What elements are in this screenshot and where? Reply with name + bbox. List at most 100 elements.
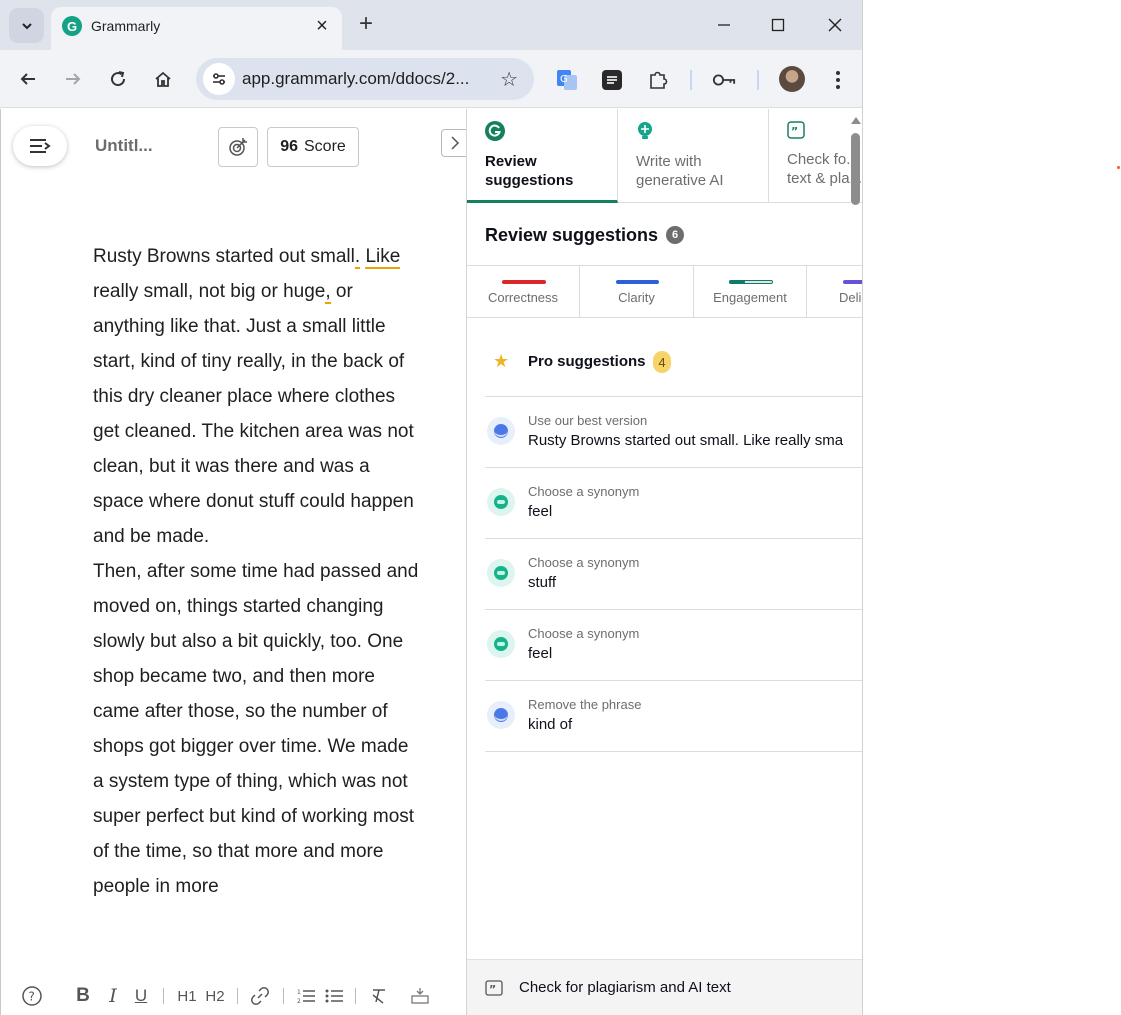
heading1-icon[interactable]: H1 [175,985,199,1007]
suggestion-text: feel [528,503,553,520]
chevron-right-icon [450,136,459,150]
profile-avatar[interactable] [779,66,805,92]
clear-formatting-icon[interactable] [368,985,390,1007]
target-icon [229,138,247,156]
suggestion-text: feel [528,645,553,662]
flagged-text[interactable]: Like [365,246,401,269]
suggestion-caption: Remove the phrase [528,697,642,712]
maximize-button[interactable] [763,12,793,38]
score-value: 96 [280,138,298,155]
bulleted-list-icon[interactable] [323,985,345,1007]
chevron-down-icon [21,22,32,29]
category-label: Engagement [713,290,787,305]
set-goals-button[interactable] [218,127,258,167]
scroll-up-arrow-icon[interactable] [850,115,862,125]
plagiarism-check-button[interactable]: ” Check for plagiarism and AI text [467,959,862,1015]
url-text[interactable]: app.grammarly.com/ddocs/2... [242,69,469,89]
review-count-badge: 6 [666,226,684,244]
heading2-icon[interactable]: H2 [203,985,227,1007]
quote-icon: ” [787,121,805,139]
document-paragraph[interactable]: Then, after some time had passed and mov… [93,554,423,904]
category-correctness[interactable]: Correctness [467,266,580,317]
suggestion-text: kind of [528,716,573,733]
extensions-puzzle-icon[interactable] [646,68,670,92]
underline-icon[interactable]: U [132,985,150,1007]
category-label: Deli [839,290,862,305]
review-suggestions-heading: Review suggestions [485,225,659,245]
minimize-button[interactable] [709,12,739,38]
editor-pane: Untitl... 96 Score Rusty Browns started … [0,109,467,1015]
help-icon[interactable]: ? [21,985,43,1007]
tab-review-suggestions[interactable]: Review suggestions [467,109,618,203]
clarity-blue-icon [487,701,515,729]
engagement-green-icon [487,630,515,658]
tab-search-button[interactable] [9,8,44,43]
suggestion-card[interactable]: Choose a synonym feel [485,468,862,539]
svg-text:?: ? [29,990,35,1004]
insert-block-icon[interactable] [409,985,431,1007]
suggestion-card[interactable]: Remove the phrase kind of [485,681,862,752]
toolbar-divider [237,988,238,1004]
text-run: or anything like that. Just a small litt… [93,281,414,547]
suggestion-caption: Choose a synonym [528,555,640,570]
tune-icon [213,73,225,85]
document-title[interactable]: Untitl... [95,136,153,156]
browser-tab[interactable]: G Grammarly × [51,7,342,50]
site-info-button[interactable] [203,63,235,95]
tab-check-plagiarism[interactable]: ” Check fo... text & pla... [769,109,862,203]
tabs-scrollbar[interactable] [850,113,862,205]
category-label: Correctness [487,290,559,305]
tab-close-icon[interactable]: × [310,14,334,38]
grammarly-favicon-icon: G [62,16,82,36]
arrow-right-icon [66,73,81,85]
reload-button[interactable] [104,65,132,93]
minimize-icon [718,24,730,26]
reader-extension-icon[interactable] [600,68,624,92]
close-icon [828,18,842,32]
tab-title: Grammarly [91,18,161,34]
notification-dot [1117,166,1120,169]
numbered-list-icon[interactable]: 12 [295,985,317,1007]
overall-score-button[interactable]: 96 Score [267,127,359,167]
category-clarity[interactable]: Clarity [580,266,694,317]
bold-icon[interactable]: B [74,985,92,1007]
password-key-icon[interactable] [712,68,736,92]
toolbar-separator [757,70,759,90]
star-icon: ★ [493,351,510,371]
pro-suggestions-header[interactable]: ★ Pro suggestions 4 [485,349,862,397]
home-icon [155,71,171,87]
toolbar-divider [355,988,356,1004]
tab-strip: G Grammarly × + [0,0,862,50]
suggestion-card[interactable]: Choose a synonym stuff [485,539,862,610]
back-button[interactable] [14,65,42,93]
bookmark-star-icon[interactable]: ☆ [500,67,518,92]
italic-icon[interactable]: I [104,985,122,1007]
tab-write-generative-ai[interactable]: Write with generative AI [618,109,769,203]
collapse-sidebar-button[interactable] [441,129,467,157]
home-button[interactable] [149,65,177,93]
document-menu-button[interactable] [13,126,67,166]
text-run: Rusty Browns started out small [93,246,355,267]
delivery-bar [843,280,862,284]
google-translate-extension-icon[interactable]: G [555,68,579,92]
suggestion-card[interactable]: Choose a synonym feel [485,610,862,681]
document-paragraph[interactable]: Rusty Browns started out small. Like rea… [93,239,423,554]
assistant-sidebar: Review suggestions Write with generative A… [466,109,862,1015]
suggestion-card[interactable]: Use our best version Rusty Browns started… [485,397,862,468]
new-tab-button[interactable]: + [353,12,379,38]
formatting-toolbar: ? B I U H1 H2 12 [1,975,467,1015]
category-label: Clarity [618,290,655,305]
text-run: really small, not big or huge [93,281,326,302]
more-menu-icon[interactable] [826,68,850,92]
suggestion-caption: Choose a synonym [528,626,640,641]
document-body[interactable]: Rusty Browns started out small. Like rea… [93,239,423,904]
category-engagement[interactable]: Engagement [694,266,807,317]
window-close-button[interactable] [820,12,850,38]
link-icon[interactable] [249,985,271,1007]
address-bar[interactable]: app.grammarly.com/ddocs/2... ☆ [196,58,534,100]
category-delivery[interactable]: Deli [807,266,862,317]
forward-button[interactable] [59,65,87,93]
text-run: Then, after some time had passed and mov… [93,561,419,897]
scrollbar-thumb[interactable] [851,133,860,205]
toolbar-divider [283,988,284,1004]
